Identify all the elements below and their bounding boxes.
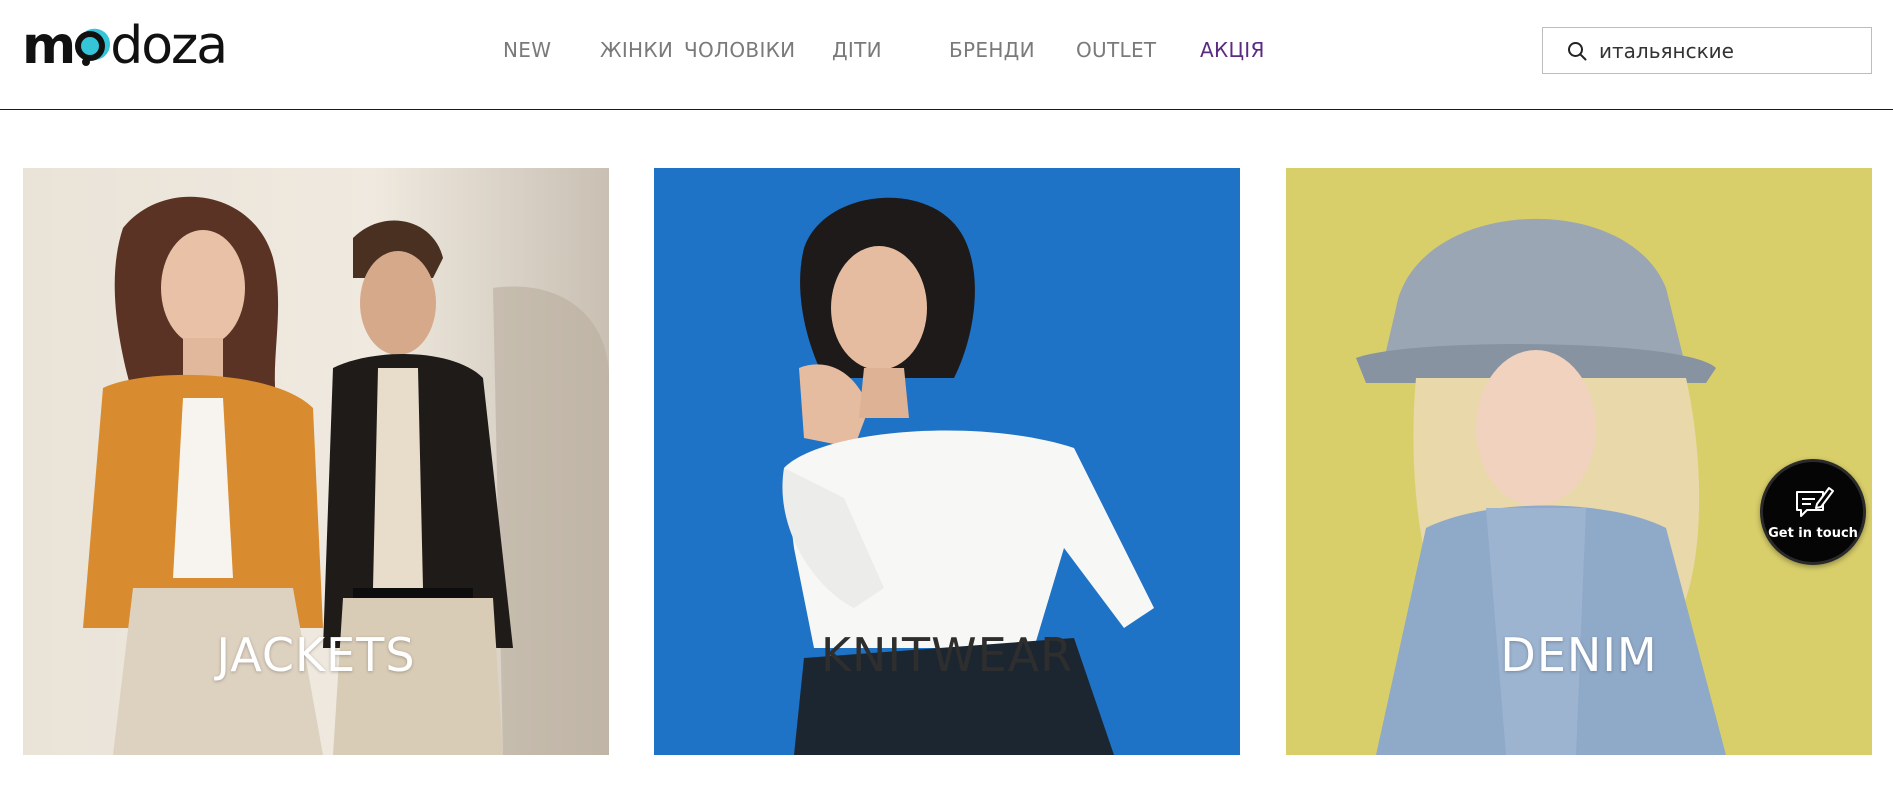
get-in-touch-label: Get in touch	[1768, 526, 1858, 541]
chat-edit-icon	[1796, 487, 1834, 517]
nav-item-kids[interactable]: ДІТИ	[832, 38, 882, 62]
search-box[interactable]	[1542, 27, 1872, 74]
category-tile-jackets[interactable]: JACKETS	[23, 168, 609, 755]
category-tile-knitwear[interactable]: KNITWEAR	[654, 168, 1240, 755]
get-in-touch-button[interactable]: Get in touch	[1760, 459, 1866, 565]
category-label: JACKETS	[216, 628, 416, 682]
nav-item-outlet[interactable]: OUTLET	[1076, 38, 1156, 62]
category-tile-denim[interactable]: DENIM	[1286, 168, 1872, 755]
nav-item-men[interactable]: ЧОЛОВІКИ	[684, 38, 795, 62]
site-header: m doza NEW ЖІНКИ ЧОЛОВІКИ ДІТИ БРЕНДИ OU…	[0, 0, 1893, 110]
search-icon[interactable]	[1567, 41, 1587, 61]
nav-item-brands[interactable]: БРЕНДИ	[949, 38, 1035, 62]
category-label: DENIM	[1500, 628, 1658, 682]
search-input[interactable]	[1599, 34, 1859, 67]
category-label: KNITWEAR	[820, 628, 1074, 682]
nav-item-women[interactable]: ЖІНКИ	[600, 38, 673, 62]
nav-item-new[interactable]: NEW	[503, 38, 551, 62]
nav-item-sale[interactable]: АКЦІЯ	[1200, 38, 1265, 62]
